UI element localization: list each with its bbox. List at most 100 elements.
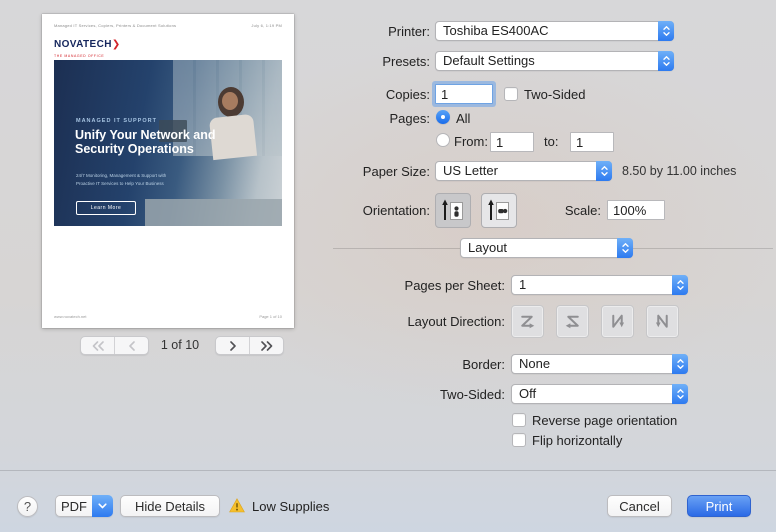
layout-n-vertical-icon — [608, 312, 627, 331]
preview-header-right: July 6, 1:19 PM — [251, 23, 282, 28]
pdf-button-label: PDF — [55, 495, 92, 517]
stepper-icon — [596, 161, 612, 181]
stepper-icon — [617, 238, 633, 258]
section-select-value: Layout — [461, 239, 617, 257]
preview-footer-right: Page 1 of 10 — [259, 314, 282, 319]
print-dialog: Managed IT Services, Copiers, Printers &… — [0, 0, 776, 532]
hero-desk-shape — [145, 199, 282, 226]
pages-range-radio[interactable] — [436, 133, 450, 147]
pages-label: Pages: — [390, 111, 430, 126]
last-page-button[interactable] — [249, 337, 283, 354]
layout-direction-label: Layout Direction: — [407, 314, 505, 329]
first-page-button[interactable] — [81, 337, 114, 354]
two-sided-select-label: Two-Sided: — [440, 387, 505, 402]
pages-all-radio[interactable] — [436, 110, 450, 124]
preview-page: Managed IT Services, Copiers, Printers &… — [42, 14, 294, 328]
section-select[interactable]: Layout — [460, 238, 633, 258]
help-button[interactable]: ? — [17, 496, 38, 517]
pages-from-input[interactable] — [490, 132, 534, 152]
pagination-back-group — [80, 336, 149, 355]
pages-per-sheet-select-value: 1 — [512, 276, 672, 294]
pages-to-label: to: — [544, 134, 558, 149]
portrait-orientation-icon — [441, 198, 465, 223]
pages-per-sheet-label: Pages per Sheet: — [405, 278, 505, 293]
chevron-down-icon — [92, 495, 113, 517]
double-chevron-left-icon — [91, 341, 105, 351]
next-page-button[interactable] — [216, 337, 249, 354]
printer-label: Printer: — [388, 24, 430, 39]
layout-s-horizontal-icon — [563, 312, 582, 331]
help-icon: ? — [24, 499, 31, 514]
presets-select[interactable]: Default Settings — [435, 51, 674, 71]
hide-details-label: Hide Details — [135, 499, 205, 514]
layout-direction-z-button[interactable] — [511, 305, 544, 338]
layout-direction-n-button[interactable] — [601, 305, 634, 338]
print-label: Print — [706, 499, 733, 514]
scale-label: Scale: — [565, 203, 601, 218]
orientation-label: Orientation: — [363, 203, 430, 218]
logo-chevron-icon: ❯ — [112, 39, 120, 50]
pages-per-sheet-select[interactable]: 1 — [511, 275, 688, 295]
layout-direction-n-reverse-button[interactable] — [646, 305, 679, 338]
paper-size-info: 8.50 by 11.00 inches — [622, 164, 736, 178]
copies-input[interactable] — [435, 84, 493, 104]
two-sided-select-value: Off — [512, 385, 672, 403]
pages-from-label: From: — [454, 134, 488, 149]
layout-z-horizontal-icon — [518, 312, 537, 331]
footer-divider — [0, 470, 776, 471]
two-sided-checkbox-label: Two-Sided — [524, 87, 585, 102]
stepper-icon — [672, 384, 688, 404]
warning-icon — [229, 498, 245, 513]
double-chevron-right-icon — [260, 341, 274, 351]
presets-label: Presets: — [382, 54, 430, 69]
flip-horizontally-label: Flip horizontally — [532, 433, 622, 448]
copies-label: Copies: — [386, 87, 430, 102]
chevron-left-icon — [128, 341, 136, 351]
hide-details-button[interactable]: Hide Details — [120, 495, 220, 517]
previous-page-button[interactable] — [114, 337, 148, 354]
page-count: 1 of 10 — [150, 338, 210, 352]
pages-to-input[interactable] — [570, 132, 614, 152]
pdf-menu-button[interactable]: PDF — [55, 495, 113, 517]
layout-n-reverse-vertical-icon — [653, 312, 672, 331]
printer-select-value: Toshiba ES400AC — [436, 22, 658, 40]
scale-input[interactable] — [607, 200, 665, 220]
two-sided-select[interactable]: Off — [511, 384, 688, 404]
low-supplies-label: Low Supplies — [252, 499, 329, 514]
hero-body-line2: Proactive IT Services to Help Your Busin… — [76, 180, 164, 187]
orientation-portrait-button[interactable] — [435, 193, 471, 228]
stepper-icon — [672, 275, 688, 295]
flip-horizontally-checkbox[interactable] — [512, 433, 526, 447]
reverse-page-orientation-checkbox[interactable] — [512, 413, 526, 427]
hero-headline-line2: Security Operations — [75, 142, 194, 156]
logo-text: NOVATECH — [54, 39, 112, 50]
border-label: Border: — [462, 357, 505, 372]
border-select-value: None — [512, 355, 672, 373]
paper-size-select-value: US Letter — [436, 162, 596, 180]
cancel-button[interactable]: Cancel — [607, 495, 672, 517]
hero-eyebrow: MANAGED IT SUPPORT — [76, 118, 157, 124]
two-sided-checkbox[interactable] — [504, 87, 518, 101]
hero-person-body — [209, 114, 257, 160]
pages-all-label: All — [456, 111, 470, 126]
stepper-icon — [658, 51, 674, 71]
reverse-page-orientation-label: Reverse page orientation — [532, 413, 677, 428]
novatech-logo: NOVATECH❯ THE MANAGED OFFICE — [54, 38, 120, 61]
paper-size-label: Paper Size: — [363, 164, 430, 179]
stepper-icon — [672, 354, 688, 374]
stepper-icon — [658, 21, 674, 41]
hero-person-head — [222, 92, 238, 110]
orientation-landscape-button[interactable] — [481, 193, 517, 228]
pagination-forward-group — [215, 336, 284, 355]
printer-select[interactable]: Toshiba ES400AC — [435, 21, 674, 41]
layout-direction-s-button[interactable] — [556, 305, 589, 338]
print-button[interactable]: Print — [687, 495, 751, 517]
landscape-orientation-icon — [487, 198, 511, 223]
preview-header-left: Managed IT Services, Copiers, Printers &… — [54, 23, 176, 28]
presets-select-value: Default Settings — [436, 52, 658, 70]
cancel-label: Cancel — [619, 499, 659, 514]
hero-image: MANAGED IT SUPPORT Unify Your Network an… — [54, 60, 282, 226]
border-select[interactable]: None — [511, 354, 688, 374]
learn-more-button: Learn More — [76, 201, 136, 215]
paper-size-select[interactable]: US Letter — [435, 161, 612, 181]
